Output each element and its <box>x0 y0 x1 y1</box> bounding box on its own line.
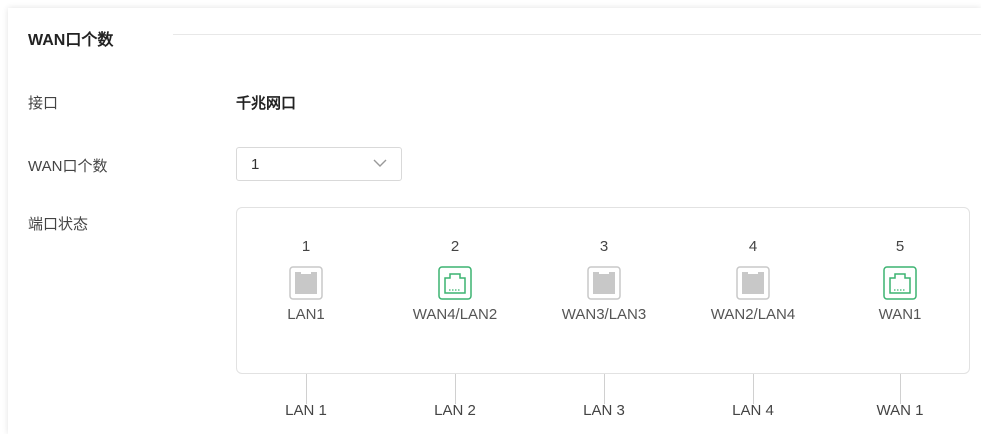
port-number: 1 <box>301 238 311 255</box>
ethernet-port-active-icon[interactable] <box>438 266 472 300</box>
port-2: 2 WAN4/LAN2 <box>390 236 520 323</box>
interface-value: 千兆网口 <box>236 95 297 112</box>
port-status-label: 端口状态 <box>28 216 89 233</box>
ethernet-port-inactive-icon[interactable] <box>587 266 621 300</box>
port-1: 1 LAN1 <box>241 236 371 323</box>
port-label: WAN4/LAN2 <box>412 306 498 323</box>
chevron-down-icon <box>373 159 387 167</box>
port-4: 4 WAN2/LAN4 <box>688 236 818 323</box>
port-number: 3 <box>599 238 609 255</box>
port-bottom-label: LAN 2 <box>434 402 476 419</box>
port-connector-line <box>306 374 307 404</box>
port-connector-line <box>455 374 456 404</box>
ethernet-port-inactive-icon[interactable] <box>736 266 770 300</box>
port-3: 3 WAN3/LAN3 <box>539 236 669 323</box>
wan-count-select[interactable]: 1 <box>236 147 402 181</box>
port-bottom-label: LAN 3 <box>583 402 625 419</box>
port-number: 4 <box>748 238 758 255</box>
wan-count-selected-value: 1 <box>251 156 260 173</box>
port-connector-line <box>900 374 901 404</box>
port-label: WAN1 <box>878 306 922 323</box>
ethernet-port-inactive-icon[interactable] <box>289 266 323 300</box>
port-bottom-label: LAN 4 <box>732 402 774 419</box>
interface-label: 接口 <box>28 95 59 112</box>
port-bottom-label: WAN 1 <box>876 402 924 419</box>
port-5: 5 WAN1 <box>835 236 965 323</box>
wan-count-label: WAN口个数 <box>28 158 108 175</box>
port-number: 2 <box>450 238 460 255</box>
port-connector-line <box>753 374 754 404</box>
port-number: 5 <box>895 238 905 255</box>
section-title: WAN口个数 <box>28 32 114 49</box>
port-label: LAN1 <box>287 306 325 323</box>
port-bottom-label: LAN 1 <box>285 402 327 419</box>
settings-panel: WAN口个数 接口 千兆网口 WAN口个数 1 端口状态 1 LAN1 2 WA… <box>8 8 981 434</box>
ethernet-port-active-icon[interactable] <box>883 266 917 300</box>
port-connector-line <box>604 374 605 404</box>
section-divider <box>173 34 981 35</box>
port-label: WAN2/LAN4 <box>710 306 796 323</box>
port-label: WAN3/LAN3 <box>561 306 647 323</box>
